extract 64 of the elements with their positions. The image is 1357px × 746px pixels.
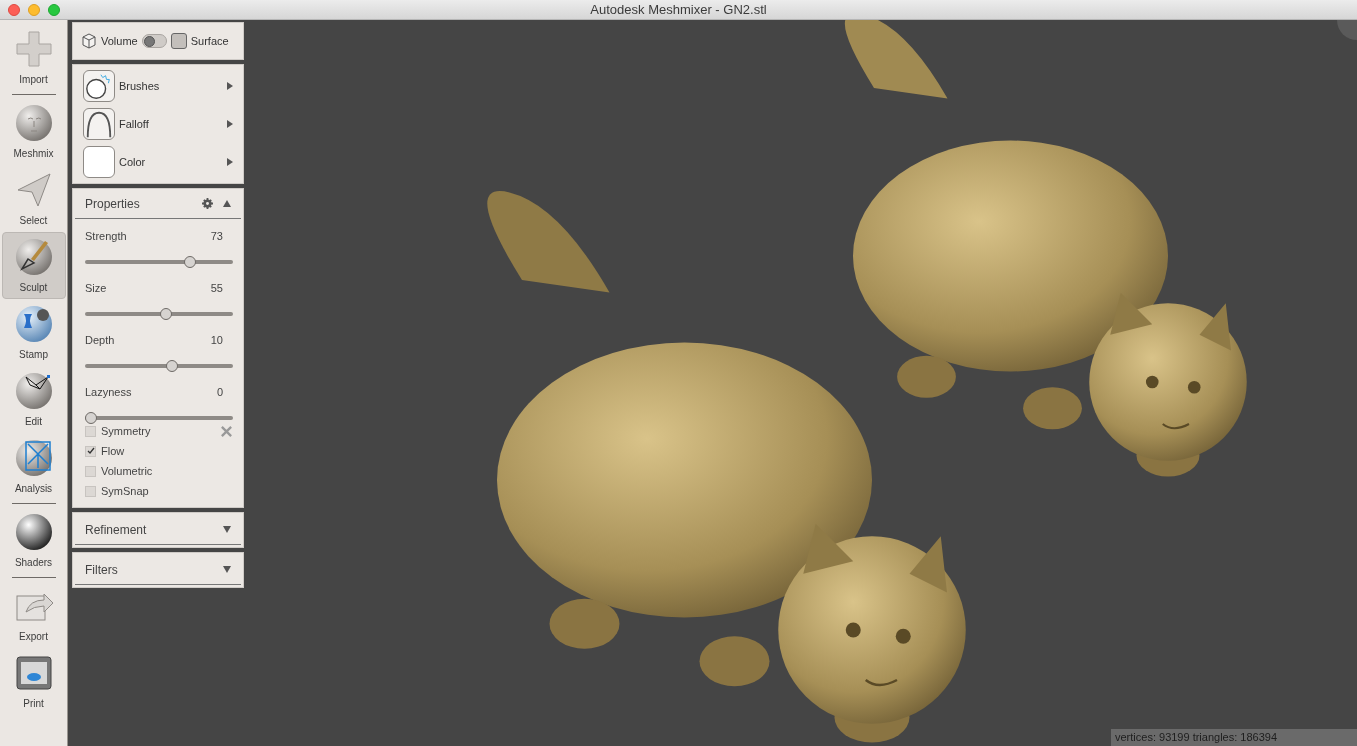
checkbox-label: Flow xyxy=(101,443,126,459)
tool-button[interactable]: Meshmix xyxy=(1,98,66,165)
slider-thumb[interactable] xyxy=(166,360,179,372)
color-swatch xyxy=(83,146,115,178)
collapse-arrow-icon[interactable] xyxy=(223,200,231,207)
chrome-sphere-icon xyxy=(13,511,54,552)
checkbox-label: Volumetric xyxy=(101,463,154,479)
sphere-mesh-icon xyxy=(13,370,54,411)
tool-button[interactable]: Select xyxy=(1,165,66,232)
cube-icon xyxy=(81,33,97,49)
stamp-icon xyxy=(13,303,54,344)
slider-value: 10 xyxy=(210,332,223,348)
surface-swatch-icon xyxy=(170,33,187,49)
tool-button[interactable]: Stamp xyxy=(1,299,66,366)
slider-label: Depth xyxy=(85,332,115,348)
expand-arrow-icon[interactable] xyxy=(223,566,231,573)
panel-title: Properties xyxy=(85,195,141,213)
slider-value: 0 xyxy=(216,384,223,400)
tool-button[interactable]: Edit xyxy=(1,366,66,433)
brush-menu-row[interactable]: Falloff xyxy=(83,107,239,141)
checkbox[interactable] xyxy=(85,425,96,437)
window-title: Autodesk Meshmixer - GN2.stl xyxy=(590,0,767,19)
slider-thumb[interactable] xyxy=(160,308,173,320)
tool-button[interactable]: Sculpt xyxy=(1,232,66,299)
slider-thumb[interactable] xyxy=(84,412,97,424)
face-sphere-icon xyxy=(13,102,54,143)
brush-menu-row[interactable]: Brushes xyxy=(83,69,239,103)
zoom-button[interactable] xyxy=(48,3,60,16)
panel-title: Refinement xyxy=(85,521,148,539)
slider-label: Lazyness xyxy=(85,384,132,400)
panel-title: Filters xyxy=(85,561,119,579)
surface-label: Surface xyxy=(190,33,229,49)
slider-thumb[interactable] xyxy=(184,256,197,268)
checkbox-label: Symmetry xyxy=(101,423,152,439)
collapsible-panel[interactable]: Filters xyxy=(72,552,244,588)
tool-button[interactable]: Shaders xyxy=(1,507,66,574)
minimize-button[interactable] xyxy=(28,3,40,16)
volume-label: Volume xyxy=(101,33,138,49)
settings-icon[interactable] xyxy=(202,198,213,209)
tool-button[interactable]: Analysis xyxy=(1,433,66,500)
checkbox-label: SymSnap xyxy=(101,483,150,499)
brush-menu-row[interactable]: Color xyxy=(83,145,239,179)
checkbox[interactable] xyxy=(85,465,96,477)
close-button[interactable] xyxy=(8,3,20,16)
tool-button[interactable]: Export xyxy=(1,581,66,648)
submenu-arrow-icon xyxy=(227,82,233,90)
falloff-curve-icon xyxy=(83,108,115,140)
tool-button[interactable]: Print xyxy=(1,648,66,715)
slider-value: 55 xyxy=(210,280,223,296)
sphere-mesh-icon xyxy=(13,437,54,478)
plus-icon xyxy=(13,28,54,69)
tool-button[interactable]: Import xyxy=(1,24,66,91)
expand-arrow-icon[interactable] xyxy=(223,526,231,533)
checkbox[interactable] xyxy=(85,485,96,497)
submenu-arrow-icon xyxy=(227,158,233,166)
collapsible-panel[interactable]: Refinement xyxy=(72,512,244,548)
sphere-brush-icon xyxy=(13,236,54,277)
mode-toggle[interactable] xyxy=(141,34,167,48)
slider-value: 73 xyxy=(210,228,223,244)
status-text: vertices: 93199 triangles: 186394 xyxy=(1111,729,1357,746)
slider-label: Strength xyxy=(85,228,127,244)
checkbox[interactable] xyxy=(85,445,96,457)
submenu-arrow-icon xyxy=(227,120,233,128)
slider-label: Size xyxy=(85,280,107,296)
